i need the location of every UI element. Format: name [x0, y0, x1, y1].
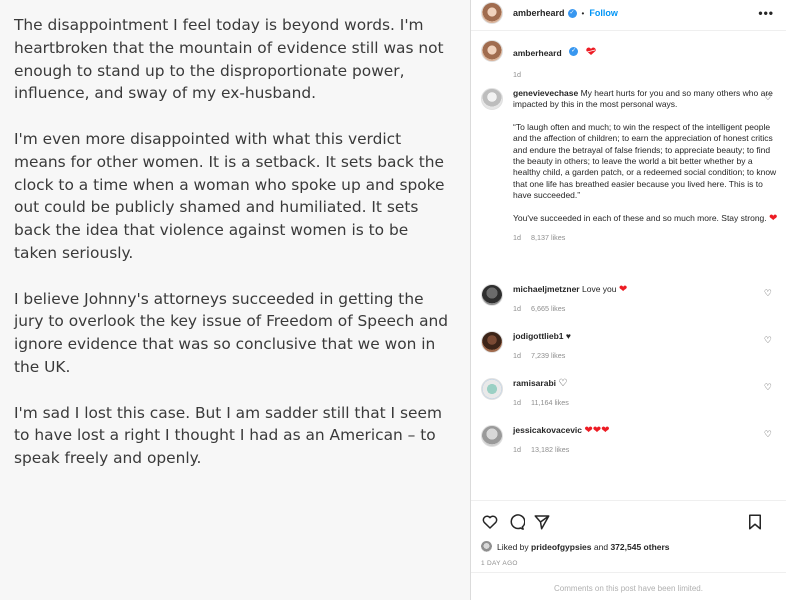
comment-username[interactable]: jessicakovacevic: [513, 425, 582, 435]
comment-username[interactable]: michaeljmetzner: [513, 284, 580, 294]
comment-likes[interactable]: 11,164 likes: [531, 398, 569, 407]
comment-username[interactable]: genevievechase: [513, 88, 578, 98]
liker-avatar[interactable]: [481, 541, 492, 552]
like-comment-icon[interactable]: ♡: [764, 429, 772, 440]
comment-text: ♥: [565, 331, 571, 341]
comment-item: genevievechase My heart hurts for you an…: [481, 88, 778, 243]
like-comment-icon[interactable]: ♡: [764, 382, 772, 393]
like-comment-icon[interactable]: ♡: [764, 92, 772, 103]
commenter-avatar[interactable]: [481, 425, 503, 447]
comment-likes[interactable]: 8,137 likes: [531, 233, 565, 242]
comment-likes[interactable]: 7,239 likes: [531, 351, 565, 360]
red-heart-icon: ❤: [592, 425, 602, 436]
more-options-icon[interactable]: •••: [758, 6, 774, 20]
post-header: amberheard ✓ • Follow •••: [471, 0, 786, 26]
post-image: The disappointment I feel today is beyon…: [0, 0, 470, 600]
likes-summary: Liked by prideofgypsies and 372,545 othe…: [481, 541, 670, 552]
commenter-avatar[interactable]: [481, 331, 503, 353]
header-divider: [471, 30, 786, 31]
post-paragraph-3: I believe Johnny's attorneys succeeded i…: [14, 289, 449, 376]
post-actions: [481, 512, 776, 532]
header-separator: •: [581, 8, 585, 18]
paper-plane-icon[interactable]: [533, 513, 551, 531]
post-timestamp[interactable]: 1 DAY AGO: [481, 560, 518, 567]
comment-item: ramisarabi ♡ 1d 11,164 likes ♡: [481, 378, 778, 409]
verified-badge-icon: ✓: [569, 47, 579, 57]
likes-and: and: [593, 541, 609, 552]
commenter-avatar[interactable]: [481, 284, 503, 306]
comment-text: ♡: [558, 378, 568, 389]
comments-limited-notice: Comments on this post have been limited.: [554, 584, 703, 593]
red-heart-icon: ❤: [618, 284, 628, 295]
actions-divider: [471, 500, 786, 501]
post-paragraph-2: I'm even more disappointed with what thi…: [14, 129, 445, 262]
post-paragraph-1: The disappointment I feel today is beyon…: [14, 16, 444, 103]
red-heart-icon: ❤: [769, 212, 778, 224]
comment-time[interactable]: 1d: [513, 445, 521, 454]
heart-outline-icon[interactable]: [481, 513, 499, 531]
caption-username[interactable]: amberheard: [513, 48, 562, 58]
likes-prefix: Liked by: [497, 541, 529, 552]
post-paragraph-4: I'm sad I lost this case. But I am sadde…: [14, 403, 442, 468]
comment-likes[interactable]: 6,665 likes: [531, 304, 565, 313]
caption-time[interactable]: 1d: [513, 70, 521, 79]
verified-badge-icon: ✓: [567, 8, 577, 18]
commenter-avatar[interactable]: [481, 88, 503, 110]
bookmark-icon[interactable]: [746, 513, 764, 531]
commenter-avatar[interactable]: [481, 378, 503, 400]
comment-quote: “To laugh often and much; to win the res…: [513, 121, 777, 201]
heart-with-ribbon-icon: [585, 47, 596, 56]
comment-time[interactable]: 1d: [513, 351, 521, 360]
comment-item: michaeljmetzner Love you ❤ 1d 6,665 like…: [481, 284, 778, 315]
post-caption: amberheard ✓ 1d: [481, 40, 776, 79]
post-side-panel: amberheard ✓ • Follow ••• amberheard ✓ 1…: [470, 0, 786, 600]
comment-username[interactable]: ramisarabi: [513, 378, 556, 388]
comment-time[interactable]: 1d: [513, 233, 521, 242]
comment-likes[interactable]: 13,182 likes: [531, 445, 569, 454]
comment-item: jodigottlieb1 ♥ 1d 7,239 likes ♡: [481, 331, 778, 362]
comment-username[interactable]: jodigottlieb1: [513, 331, 564, 341]
comment-text-closing: You've succeeded in each of these and so…: [513, 212, 767, 223]
comment-bubble-icon[interactable]: [507, 513, 525, 531]
like-comment-icon[interactable]: ♡: [764, 288, 772, 299]
comment-item: jessicakovacevic ❤❤❤ 1d 13,182 likes ♡: [481, 425, 778, 456]
footer-divider: [471, 572, 786, 573]
liker-username[interactable]: prideofgypsies: [531, 542, 591, 552]
red-heart-icon: ❤: [584, 425, 593, 436]
red-heart-icon: ❤: [601, 425, 610, 436]
like-comment-icon[interactable]: ♡: [764, 335, 772, 346]
comment-time[interactable]: 1d: [513, 398, 521, 407]
comment-text: Love you: [582, 284, 617, 294]
likes-count[interactable]: 372,545 others: [610, 542, 669, 552]
caption-avatar[interactable]: [481, 40, 503, 62]
author-username[interactable]: amberheard: [513, 8, 565, 18]
comment-time[interactable]: 1d: [513, 304, 521, 313]
author-avatar[interactable]: [481, 2, 503, 24]
follow-button[interactable]: Follow: [589, 8, 618, 18]
